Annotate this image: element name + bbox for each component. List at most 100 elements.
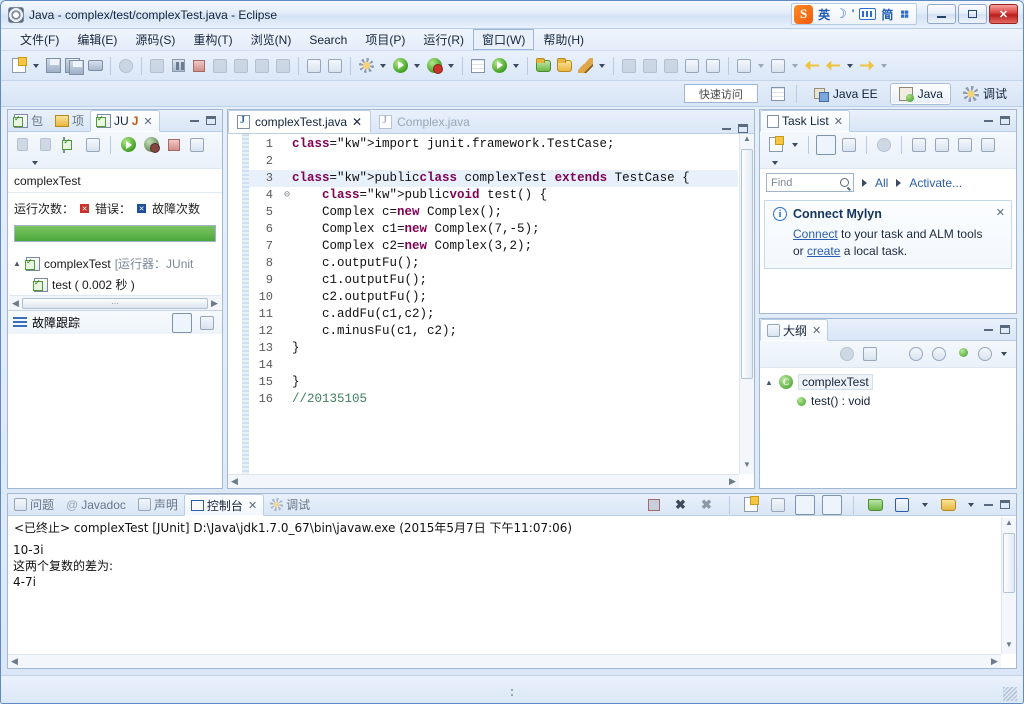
lock-scroll-icon[interactable] <box>83 135 103 155</box>
console-select-dropdown-icon[interactable] <box>922 502 928 507</box>
junit-view-menu-icon[interactable] <box>32 161 38 165</box>
tab-console[interactable]: 控制台 ✕ <box>183 494 265 516</box>
menu-help[interactable]: 帮助(H) <box>534 29 593 50</box>
forward-arrow-icon[interactable] <box>857 56 877 76</box>
next-annotation-icon[interactable] <box>304 56 324 76</box>
task-filter-all[interactable]: All <box>875 176 888 190</box>
perspective-java-ee[interactable]: Java EE <box>805 83 886 105</box>
console-close-icon[interactable]: ✕ <box>248 499 257 512</box>
outline-item-method[interactable]: test() : void <box>760 392 1016 410</box>
external-tools-icon[interactable] <box>356 56 376 76</box>
ime-simplified-toggle[interactable]: 简 <box>881 6 893 23</box>
next-edit-dropdown-icon[interactable] <box>792 63 798 68</box>
new-wizard-icon[interactable] <box>9 56 29 76</box>
maximize-icon[interactable] <box>1000 500 1010 509</box>
tab-declaration[interactable]: 声明 <box>132 494 184 516</box>
menu-search[interactable]: Search <box>300 31 356 49</box>
collapse-all-icon[interactable] <box>909 135 929 155</box>
task-repositories-icon[interactable] <box>978 135 998 155</box>
scroll-up-icon[interactable]: ▲ <box>740 134 754 148</box>
next-edit-icon[interactable] <box>768 56 788 76</box>
console-vertical-scrollbar[interactable]: ▲ ▼ <box>1001 518 1016 654</box>
scroll-thumb[interactable] <box>1003 533 1015 593</box>
previous-edit-icon[interactable] <box>734 56 754 76</box>
maximize-icon[interactable] <box>206 116 216 125</box>
rerun-failed-icon[interactable] <box>141 135 161 155</box>
open-console-icon[interactable] <box>938 495 958 515</box>
clear-console-icon[interactable] <box>741 495 761 515</box>
open-perspective-icon[interactable] <box>768 84 788 104</box>
search-icon[interactable] <box>840 178 849 187</box>
wrench-icon[interactable]: ❖ <box>894 4 915 25</box>
ime-toolbar[interactable]: S 英 ☽ ' 简 ❖ <box>791 3 917 25</box>
step-over-icon[interactable] <box>231 56 251 76</box>
keyboard-icon[interactable] <box>859 8 877 20</box>
tree-item-complexTest[interactable]: ▲ complexTest [运行器：JUnit <box>8 253 222 274</box>
editor-tab-complexTest[interactable]: complexTest.java ✕ <box>228 110 372 133</box>
hide-fields-icon[interactable] <box>906 344 926 364</box>
scroll-thumb[interactable] <box>741 149 753 379</box>
new-task-dropdown-icon[interactable] <box>792 143 798 147</box>
task-activate-link[interactable]: Activate... <box>909 176 962 190</box>
task-find-input[interactable]: Find <box>766 173 854 192</box>
close-button[interactable]: ✕ <box>989 4 1018 24</box>
save-icon[interactable] <box>43 56 63 76</box>
next-failure-icon[interactable] <box>14 135 34 155</box>
open-console-dropdown-icon[interactable] <box>968 502 974 507</box>
scroll-up-icon[interactable]: ▲ <box>1002 518 1016 532</box>
menu-source[interactable]: 源码(S) <box>126 29 184 50</box>
minimize-icon[interactable] <box>984 328 993 331</box>
console-horizontal-scrollbar[interactable]: ◀ ▶ <box>8 654 1001 668</box>
resize-grip-icon[interactable] <box>1003 687 1017 701</box>
editor-marker-bar[interactable] <box>242 134 249 474</box>
expand-arrow-icon[interactable]: ▲ <box>12 259 22 268</box>
menu-edit[interactable]: 编辑(E) <box>68 29 126 50</box>
expand-arrow-icon[interactable]: ▲ <box>764 378 774 387</box>
menu-refactor[interactable]: 重构(T) <box>184 29 241 50</box>
debug-dropdown-icon[interactable] <box>448 63 454 68</box>
focus-on-workweek-icon[interactable] <box>874 135 894 155</box>
console-output-text[interactable]: 10-3i 这两个复数的差为: 4-7i <box>8 540 1001 654</box>
hide-public-icon[interactable] <box>952 344 972 364</box>
step-into-icon[interactable] <box>210 56 230 76</box>
save-all-icon[interactable] <box>64 56 84 76</box>
scheduled-view-icon[interactable] <box>839 135 859 155</box>
maximize-icon[interactable] <box>738 124 748 133</box>
minimize-icon[interactable] <box>984 503 993 506</box>
open-type-icon[interactable] <box>533 56 553 76</box>
filter-stack-trace-icon[interactable] <box>172 312 192 333</box>
minimize-icon[interactable] <box>984 119 993 122</box>
previous-annotation-icon[interactable] <box>325 56 345 76</box>
scroll-right-icon[interactable]: ▶ <box>726 476 739 487</box>
fold-marker-icon[interactable]: ⊖ <box>282 187 292 204</box>
task-list-close-icon[interactable]: ✕ <box>834 115 843 128</box>
task-list-menu-icon[interactable] <box>772 161 778 165</box>
tab-debug[interactable]: 调试 <box>264 494 316 516</box>
scroll-right-icon[interactable]: ▶ <box>208 298 221 309</box>
back-arrow-icon[interactable] <box>802 56 822 76</box>
ime-moon-icon[interactable]: ☽ <box>835 6 847 22</box>
terminate-icon[interactable] <box>644 495 664 515</box>
menu-navigate[interactable]: 浏览(N) <box>242 29 301 50</box>
scroll-down-icon[interactable]: ▼ <box>740 460 754 474</box>
hide-static-icon[interactable] <box>929 344 949 364</box>
new-class-dropdown-icon[interactable] <box>513 63 519 68</box>
resume-icon[interactable] <box>147 56 167 76</box>
mylyn-connect-link[interactable]: Connect <box>793 227 838 241</box>
run-dropdown-icon[interactable] <box>414 63 420 68</box>
remove-all-launches-icon[interactable]: ✖ <box>698 495 718 515</box>
minimize-icon[interactable] <box>722 127 731 130</box>
pin-icon[interactable] <box>703 56 723 76</box>
drop-to-frame-icon[interactable] <box>273 56 293 76</box>
sort-icon[interactable] <box>883 344 903 364</box>
new-task-icon[interactable] <box>766 135 786 155</box>
editor-tab-close-icon[interactable]: ✕ <box>352 115 362 129</box>
stop-test-icon[interactable] <box>164 135 184 155</box>
test-history-icon[interactable] <box>187 135 207 155</box>
outline-menu-icon[interactable] <box>1001 352 1007 356</box>
tab-package-explorer[interactable]: 包 <box>8 110 49 132</box>
minimize-button[interactable] <box>927 4 956 24</box>
perspective-debug[interactable]: 调试 <box>955 82 1015 105</box>
tab-project-explorer[interactable]: 项 <box>49 110 90 132</box>
new-java-class-icon[interactable] <box>489 56 509 76</box>
